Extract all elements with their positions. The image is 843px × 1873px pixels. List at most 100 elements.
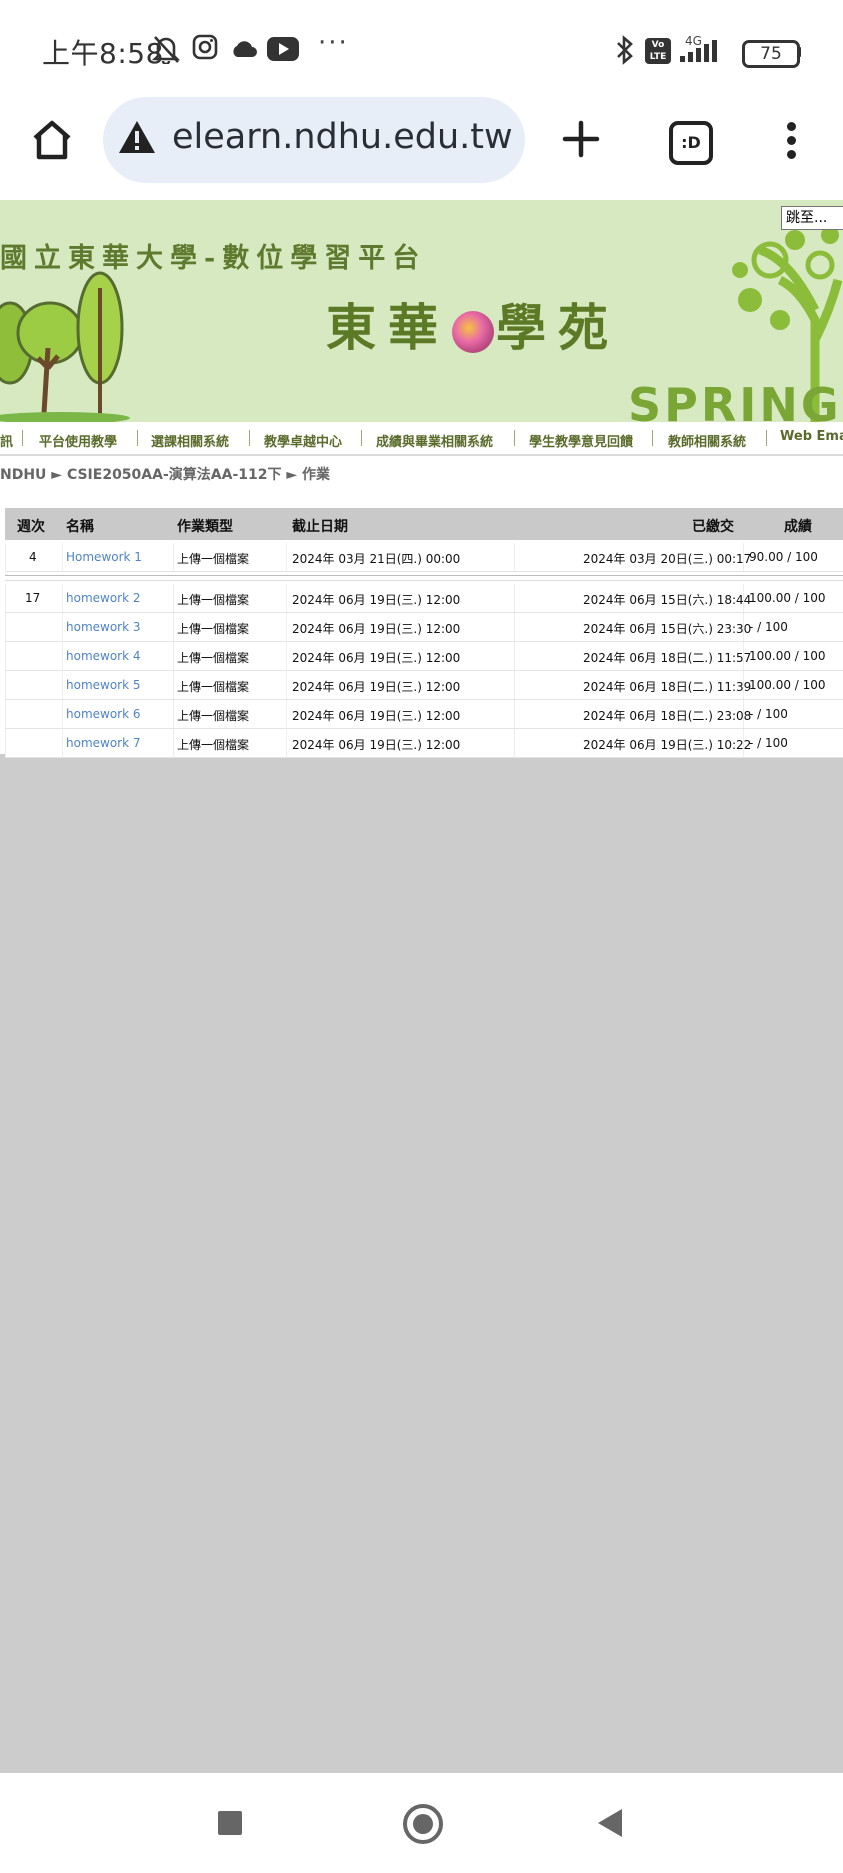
home-icon[interactable]: [30, 118, 74, 162]
assignment-link[interactable]: homework 4: [66, 649, 141, 663]
more-notifications: ···: [318, 28, 349, 58]
cell-grade: - / 100: [749, 736, 788, 750]
battery-level: 75: [760, 44, 782, 64]
header-grade: 成績: [784, 519, 812, 535]
cell-grade: 90.00 / 100: [749, 550, 818, 564]
nav-item-teaching-center[interactable]: 教學卓越中心: [264, 431, 342, 450]
table-row: homework 3 上傳一個檔案 2024年 06月 19日(三.) 12:0…: [5, 613, 843, 642]
nav-separator: [361, 430, 362, 446]
cell-grade: 100.00 / 100: [749, 649, 826, 663]
status-time: 上午8:58: [42, 37, 164, 70]
network-type: 4G: [685, 34, 702, 48]
cell-grade: 100.00 / 100: [749, 678, 826, 692]
cell-submitted: 2024年 06月 15日(六.) 23:30: [583, 622, 752, 636]
site-banner: 國立東華大學-數位學習平台 東華 學苑 SPRING 跳至...: [0, 200, 843, 422]
new-tab-icon[interactable]: [562, 120, 600, 158]
warning-icon[interactable]: [117, 119, 157, 155]
table-row: homework 6 上傳一個檔案 2024年 06月 19日(三.) 12:0…: [5, 700, 843, 729]
nav-item-news[interactable]: 訊: [0, 431, 13, 450]
nav-item-web-email[interactable]: Web Email: [780, 429, 843, 444]
home-circle-icon[interactable]: [403, 1804, 443, 1844]
cell-due: 2024年 06月 19日(三.) 12:00: [292, 709, 461, 723]
recents-icon[interactable]: [218, 1811, 242, 1835]
cell-due: 2024年 03月 21日(四.) 00:00: [292, 552, 461, 566]
cell-type: 上傳一個檔案: [177, 709, 250, 723]
status-bar: 上午8:58 ··· Vo LTE 4G 75: [0, 0, 843, 100]
cell-due: 2024年 06月 19日(三.) 12:00: [292, 593, 461, 607]
youtube-icon: [267, 37, 299, 61]
cell-type: 上傳一個檔案: [177, 622, 250, 636]
cell-due: 2024年 06月 19日(三.) 12:00: [292, 738, 461, 752]
site-logo: 東華 學苑: [326, 288, 620, 360]
cell-submitted: 2024年 06月 15日(六.) 18:44: [583, 593, 752, 607]
nav-separator: [249, 430, 250, 446]
tabs-label: :D: [681, 133, 701, 152]
nav-separator: [652, 430, 653, 446]
nav-item-grades[interactable]: 成績與畢業相關系統: [376, 431, 493, 450]
table-row: 4 Homework 1 上傳一個檔案 2024年 03月 21日(四.) 00…: [5, 543, 843, 572]
header-due: 截止日期: [292, 519, 348, 535]
assignment-link[interactable]: homework 5: [66, 678, 141, 692]
table-header: 週次 名稱 作業類型 截止日期 已繳交 成績: [5, 508, 843, 540]
bluetooth-icon: [617, 35, 633, 65]
table-row: homework 4 上傳一個檔案 2024年 06月 19日(三.) 12:0…: [5, 642, 843, 671]
cell-type: 上傳一個檔案: [177, 738, 250, 752]
cell-type: 上傳一個檔案: [177, 680, 250, 694]
nav-separator: [514, 430, 515, 446]
nav-item-feedback[interactable]: 學生教學意見回饋: [529, 431, 633, 450]
header-submitted: 已繳交: [692, 519, 734, 535]
web-content: 國立東華大學-數位學習平台 東華 學苑 SPRING 跳至... 訊 平台使用教學…: [0, 200, 843, 1773]
cell-grade: - / 100: [749, 620, 788, 634]
site-title: 國立東華大學-數位學習平台: [0, 243, 427, 274]
logo-right-text: 學苑: [496, 298, 620, 357]
cell-week: 4: [29, 550, 37, 564]
jump-to-select[interactable]: 跳至...: [781, 206, 843, 230]
header-type: 作業類型: [177, 519, 233, 535]
section-divider: [5, 575, 843, 581]
header-week: 週次: [17, 519, 45, 535]
assignment-link[interactable]: Homework 1: [66, 550, 142, 564]
nav-item-faculty[interactable]: 教師相關系統: [668, 431, 746, 450]
nav-item-course-selection[interactable]: 選課相關系統: [151, 431, 229, 450]
assignments-table: 週次 名稱 作業類型 截止日期 已繳交 成績 4 Homework 1 上傳一個…: [0, 508, 843, 758]
url-text[interactable]: elearn.ndhu.edu.tw/m: [172, 117, 512, 157]
cell-type: 上傳一個檔案: [177, 552, 250, 566]
nav-item-tutorial[interactable]: 平台使用教學: [39, 431, 117, 450]
table-row: homework 7 上傳一個檔案 2024年 06月 19日(三.) 12:0…: [5, 729, 843, 758]
instagram-icon: [192, 34, 218, 60]
jump-to-label: 跳至...: [786, 210, 828, 226]
cell-type: 上傳一個檔案: [177, 593, 250, 607]
cell-type: 上傳一個檔案: [177, 651, 250, 665]
nav-separator: [22, 430, 23, 446]
back-icon[interactable]: [598, 1809, 622, 1837]
cell-submitted: 2024年 03月 20日(三.) 00:17: [583, 552, 752, 566]
volte-label: Vo LTE: [649, 40, 667, 62]
header-name: 名稱: [66, 519, 94, 535]
nav-separator: [137, 430, 138, 446]
assignment-link[interactable]: homework 7: [66, 736, 141, 750]
cell-grade: - / 100: [749, 707, 788, 721]
cell-week: 17: [25, 591, 41, 605]
nav-separator: [766, 430, 767, 446]
cloud-icon: [233, 41, 257, 57]
table-row: homework 5 上傳一個檔案 2024年 06月 19日(三.) 12:0…: [5, 671, 843, 700]
assignment-link[interactable]: homework 2: [66, 591, 141, 605]
table-row: 17 homework 2 上傳一個檔案 2024年 06月 19日(三.) 1…: [5, 584, 843, 613]
volte-badge: Vo LTE: [645, 38, 671, 64]
breadcrumb-row: NDHU ► CSIE2050AA-演算法AA-112下 ► 作業: [0, 456, 843, 508]
cell-submitted: 2024年 06月 18日(二.) 11:57: [583, 651, 752, 665]
cell-due: 2024年 06月 19日(三.) 12:00: [292, 651, 461, 665]
tabs-icon[interactable]: :D: [669, 121, 713, 165]
cell-submitted: 2024年 06月 18日(二.) 11:39: [583, 680, 752, 694]
logo-left-text: 東華: [326, 298, 450, 357]
assignment-link[interactable]: homework 3: [66, 620, 141, 634]
cell-due: 2024年 06月 19日(三.) 12:00: [292, 622, 461, 636]
cell-due: 2024年 06月 19日(三.) 12:00: [292, 680, 461, 694]
cell-grade: 100.00 / 100: [749, 591, 826, 605]
top-nav: 訊 平台使用教學 選課相關系統 教學卓越中心 成績與畢業相關系統 學生教學意見回…: [0, 422, 843, 456]
breadcrumb[interactable]: NDHU ► CSIE2050AA-演算法AA-112下 ► 作業: [0, 464, 330, 484]
assignment-link[interactable]: homework 6: [66, 707, 141, 721]
cell-submitted: 2024年 06月 18日(二.) 23:08: [583, 709, 752, 723]
bell-off-icon: [152, 36, 180, 64]
logo-e-emblem: [452, 311, 494, 353]
